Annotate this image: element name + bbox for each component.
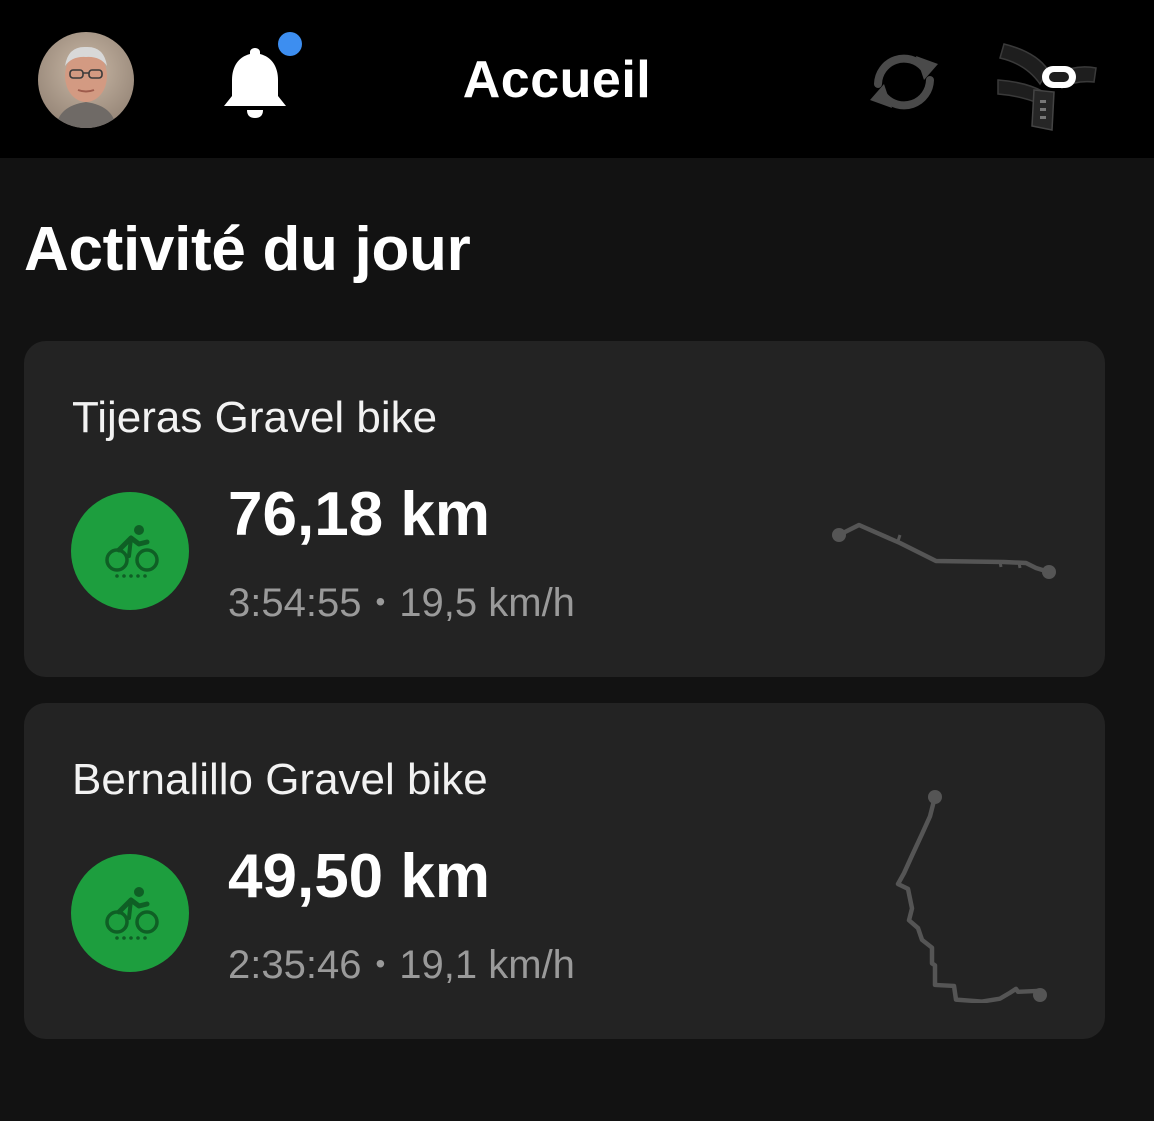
activity-name: Bernalillo Gravel bike bbox=[72, 755, 488, 804]
sync-icon[interactable] bbox=[862, 46, 946, 118]
activity-card[interactable]: Tijeras Gravel bike 76,18 km 3:54:55 • 19,… bbox=[24, 341, 1105, 677]
activity-duration: 2:35:46 bbox=[228, 943, 362, 987]
activity-meta: 3:54:55 • 19,5 km/h bbox=[228, 581, 575, 626]
activity-speed: 19,1 km/h bbox=[399, 943, 575, 987]
activity-distance: 49,50 km bbox=[228, 842, 490, 911]
top-bar: Accueil bbox=[0, 0, 1154, 158]
heart-rate-strap-icon[interactable] bbox=[996, 30, 1100, 134]
meta-separator: • bbox=[375, 948, 386, 980]
activity-duration: 3:54:55 bbox=[228, 581, 362, 625]
activity-speed: 19,5 km/h bbox=[399, 581, 575, 625]
page-title: Accueil bbox=[462, 51, 652, 109]
cycling-icon bbox=[71, 492, 189, 610]
activity-name: Tijeras Gravel bike bbox=[72, 393, 438, 442]
activity-card[interactable]: Bernalillo Gravel bike 49,50 km 2:35:46 •… bbox=[24, 703, 1105, 1039]
activity-meta: 2:35:46 • 19,1 km/h bbox=[228, 943, 575, 988]
cycling-icon bbox=[71, 854, 189, 972]
meta-separator: • bbox=[375, 586, 386, 618]
section-title: Activité du jour bbox=[24, 215, 471, 284]
activity-distance: 76,18 km bbox=[228, 480, 490, 549]
route-map-thumbnail bbox=[832, 522, 1056, 579]
route-map-thumbnail bbox=[895, 790, 1047, 1003]
